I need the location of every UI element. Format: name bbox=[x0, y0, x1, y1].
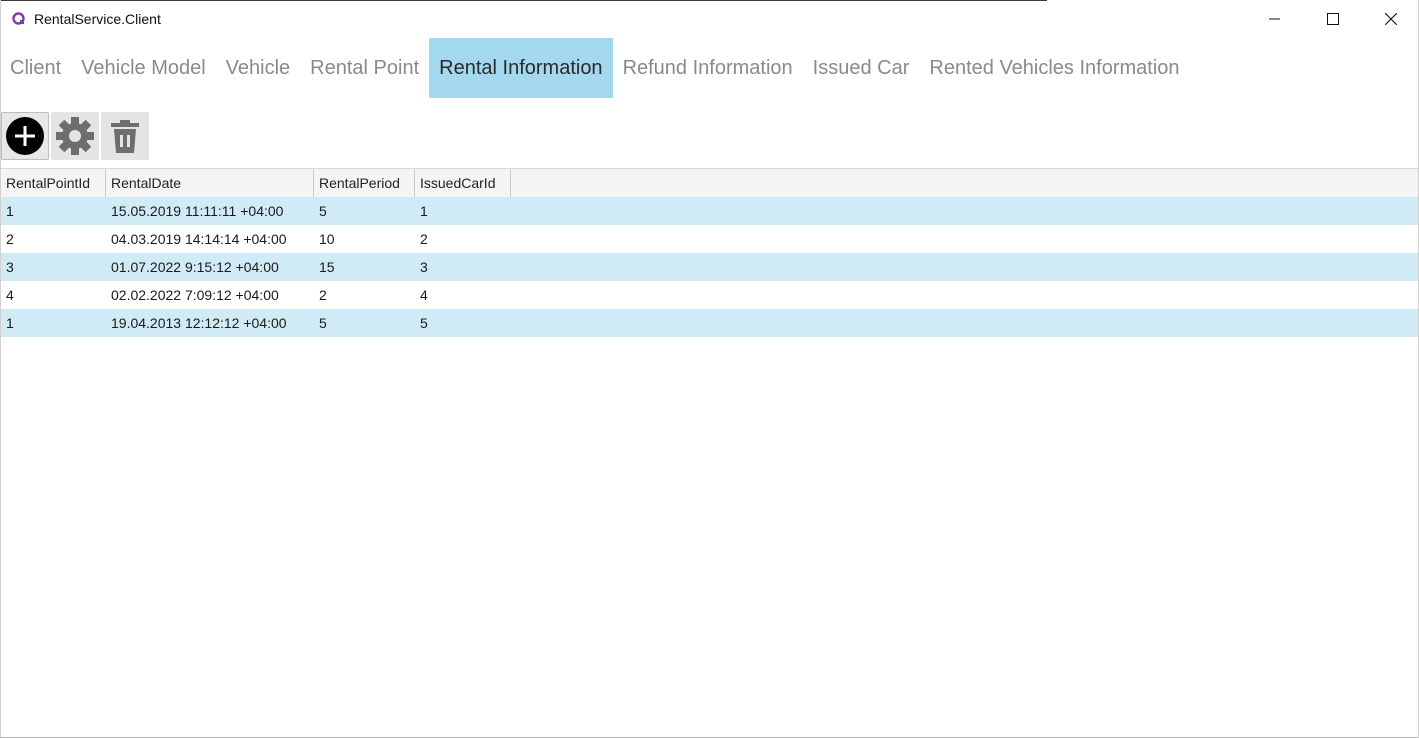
cell-rentalpointid: 1 bbox=[6, 203, 14, 219]
minimize-button[interactable] bbox=[1246, 0, 1304, 38]
data-grid[interactable]: RentalPointId RentalDate RentalPeriod Is… bbox=[1, 168, 1418, 337]
tab-rental-information[interactable]: Rental Information bbox=[429, 38, 613, 98]
app-icon bbox=[12, 12, 25, 25]
title-bar[interactable]: RentalService.Client bbox=[1, 0, 1418, 38]
tab-vehicle[interactable]: Vehicle bbox=[216, 38, 301, 98]
cell-rentalperiod: 2 bbox=[319, 287, 327, 303]
column-header-rentalperiod[interactable]: RentalPeriod bbox=[314, 169, 415, 197]
tab-refund-information[interactable]: Refund Information bbox=[613, 38, 803, 98]
table-row[interactable]: 3 01.07.2022 9:15:12 +04:00 15 3 bbox=[1, 253, 1418, 281]
minimize-icon bbox=[1269, 18, 1280, 20]
cell-rentalperiod: 15 bbox=[319, 259, 335, 275]
tab-issued-car[interactable]: Issued Car bbox=[803, 38, 920, 98]
cell-rentaldate: 02.02.2022 7:09:12 +04:00 bbox=[111, 287, 279, 303]
grid-header: RentalPointId RentalDate RentalPeriod Is… bbox=[1, 169, 1418, 197]
cell-rentaldate: 15.05.2019 11:11:11 +04:00 bbox=[111, 203, 284, 219]
table-row[interactable]: 1 15.05.2019 11:11:11 +04:00 5 1 bbox=[1, 197, 1418, 225]
cell-rentaldate: 01.07.2022 9:15:12 +04:00 bbox=[111, 259, 279, 275]
edit-button[interactable] bbox=[51, 112, 99, 160]
cell-rentalperiod: 5 bbox=[319, 203, 327, 219]
tab-vehicle-model[interactable]: Vehicle Model bbox=[71, 38, 216, 98]
cell-rentalpointid: 3 bbox=[6, 259, 14, 275]
add-button[interactable] bbox=[1, 112, 49, 160]
tab-rented-vehicles-information[interactable]: Rented Vehicles Information bbox=[919, 38, 1189, 98]
table-row[interactable]: 4 02.02.2022 7:09:12 +04:00 2 4 bbox=[1, 281, 1418, 309]
cell-rentalpointid: 2 bbox=[6, 231, 14, 247]
cell-rentalpointid: 4 bbox=[6, 287, 14, 303]
cell-rentaldate: 04.03.2019 14:14:14 +04:00 bbox=[111, 231, 287, 247]
table-row[interactable]: 1 19.04.2013 12:12:12 +04:00 5 5 bbox=[1, 309, 1418, 337]
cell-issuedcarid: 4 bbox=[420, 287, 428, 303]
gear-icon bbox=[56, 117, 94, 155]
cell-rentalperiod: 10 bbox=[319, 231, 335, 247]
close-icon bbox=[1385, 13, 1397, 25]
tab-client[interactable]: Client bbox=[1, 38, 71, 98]
trash-icon bbox=[111, 120, 139, 153]
plus-circle-icon bbox=[6, 117, 44, 155]
window-title: RentalService.Client bbox=[34, 11, 161, 27]
cell-rentalperiod: 5 bbox=[319, 315, 327, 331]
cell-issuedcarid: 5 bbox=[420, 315, 428, 331]
app-window: RentalService.Client Client Vehicle Mode… bbox=[0, 0, 1419, 738]
toolbar bbox=[1, 112, 149, 162]
table-row[interactable]: 2 04.03.2019 14:14:14 +04:00 10 2 bbox=[1, 225, 1418, 253]
tab-bar: Client Vehicle Model Vehicle Rental Poin… bbox=[1, 38, 1190, 98]
cell-rentalpointid: 1 bbox=[6, 315, 14, 331]
maximize-icon bbox=[1327, 13, 1339, 25]
maximize-button[interactable] bbox=[1304, 0, 1362, 38]
header-filler bbox=[511, 169, 1418, 197]
cell-issuedcarid: 2 bbox=[420, 231, 428, 247]
column-header-rentaldate[interactable]: RentalDate bbox=[106, 169, 314, 197]
cell-issuedcarid: 1 bbox=[420, 203, 428, 219]
column-header-rentalpointid[interactable]: RentalPointId bbox=[1, 169, 106, 197]
delete-button[interactable] bbox=[101, 112, 149, 160]
cell-rentaldate: 19.04.2013 12:12:12 +04:00 bbox=[111, 315, 287, 331]
tab-rental-point[interactable]: Rental Point bbox=[300, 38, 429, 98]
column-header-issuedcarid[interactable]: IssuedCarId bbox=[415, 169, 511, 197]
cell-issuedcarid: 3 bbox=[420, 259, 428, 275]
close-button[interactable] bbox=[1362, 0, 1419, 38]
